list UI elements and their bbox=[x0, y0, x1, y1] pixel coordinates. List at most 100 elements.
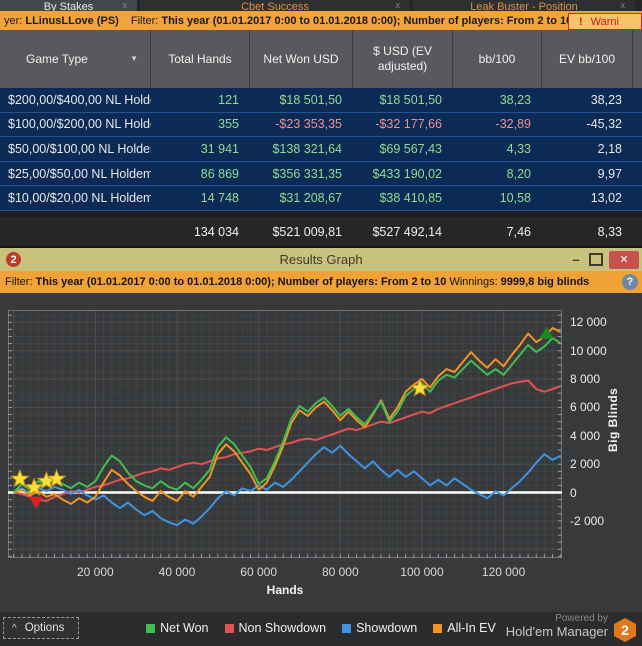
table-row[interactable]: $10,00/$20,00 NL Holdem 14 748 $31 208,67 $… bbox=[0, 186, 642, 211]
table-cell: -$32 177,66 bbox=[375, 117, 442, 132]
player-name: LLinusLLove (PS) bbox=[25, 14, 119, 27]
close-tab-icon[interactable]: x bbox=[123, 0, 128, 10]
x-tick-label: 120 000 bbox=[481, 565, 526, 579]
filter-label: Filter: bbox=[130, 14, 159, 27]
table-cell: $10,00/$20,00 NL Holdem bbox=[8, 191, 151, 206]
graph-filter-bar: Filter: This year (01.01.2017 0:00 to 01… bbox=[0, 271, 642, 293]
table-row[interactable]: $25,00/$50,00 NL Holdem 86 869 $356 331,35… bbox=[0, 162, 642, 187]
column-header-label: Net Won USD bbox=[263, 51, 339, 66]
close-tab-icon[interactable]: x bbox=[396, 0, 401, 10]
table-cell: $200,00/$400,00 NL Holdem bbox=[8, 92, 151, 107]
graph-filter-label: Filter: bbox=[5, 276, 33, 288]
tab-label: Cbet Success bbox=[241, 1, 309, 11]
brand-label: Hold'em Manager bbox=[505, 624, 608, 639]
y-tick-label: 10 000 bbox=[570, 343, 607, 358]
total-cell: 134 034 bbox=[193, 224, 239, 239]
table-row[interactable]: $50,00/$100,00 NL Holdem 31 941 $138 321,6… bbox=[0, 137, 642, 162]
results-table-body: $200,00/$400,00 NL Holdem 121 $18 501,50 $1… bbox=[0, 88, 642, 211]
results-plot bbox=[8, 310, 562, 558]
table-cell: 4,33 bbox=[506, 141, 531, 156]
table-cell: 355 bbox=[218, 117, 239, 132]
legend-label: Showdown bbox=[356, 621, 418, 635]
legend-swatch-icon bbox=[433, 623, 443, 633]
legend-item-non-showdown: Non Showdown bbox=[224, 621, 327, 635]
column-header-net-won-usd[interactable]: Net Won USD bbox=[250, 30, 353, 88]
legend-label: All-In EV bbox=[447, 621, 496, 635]
legend-item-all-in-ev: All-In EV bbox=[433, 621, 496, 635]
total-cell: 8,33 bbox=[597, 224, 622, 239]
table-cell: $31 208,67 bbox=[279, 191, 342, 206]
column-header--usd-ev-adjusted-[interactable]: $ USD (EV adjusted) bbox=[353, 30, 453, 88]
legend-swatch-icon bbox=[224, 623, 234, 633]
column-header-label: $ USD (EV adjusted) bbox=[373, 44, 432, 73]
table-cell: 31 941 bbox=[200, 141, 239, 156]
close-button[interactable]: ✕ bbox=[609, 250, 639, 269]
x-tick-label: 20 000 bbox=[77, 565, 114, 579]
table-cell: 38,23 bbox=[499, 92, 531, 107]
warning-icon: ! bbox=[579, 15, 583, 28]
winnings-value: 9999,8 big blinds bbox=[500, 276, 590, 288]
chevron-down-icon[interactable]: ▼ bbox=[130, 54, 138, 64]
maximize-button[interactable] bbox=[589, 253, 603, 266]
results-graph-area: -2 000 0 2 000 4 000 6 000 8 000 10 000 12 000 2… bbox=[0, 293, 642, 612]
results-table-header: Game Type ▼ Total Hands Net Won USD $ USD (E… bbox=[0, 30, 642, 88]
x-tick-label: 100 000 bbox=[400, 565, 444, 579]
tab-by-stakes[interactable]: By Stakes x bbox=[0, 0, 137, 11]
table-cell: $356 331,35 bbox=[272, 166, 342, 181]
legend-label: Net Won bbox=[160, 621, 209, 635]
report-tabs-bar: By Stakes x Cbet Success x Leak Buster - Pos… bbox=[0, 0, 642, 11]
table-cell: $25,00/$50,00 NL Holdem bbox=[8, 166, 151, 181]
table-cell: 9,97 bbox=[597, 166, 622, 181]
winnings-label: Winnings: bbox=[449, 276, 498, 288]
column-header-label: Total Hands bbox=[168, 51, 232, 66]
y-tick-label: 12 000 bbox=[570, 315, 607, 330]
table-cell: $100,00/$200,00 NL Holdem bbox=[8, 117, 151, 132]
tab-label: By Stakes bbox=[43, 1, 94, 11]
column-header-ev-bb-100[interactable]: EV bb/100 bbox=[542, 30, 633, 88]
table-cell: 121 bbox=[218, 92, 239, 107]
total-cell: $521 009,81 bbox=[272, 224, 342, 239]
graph-footer-bar: ^ Options Net Won Non Showdown Showdown All… bbox=[0, 612, 642, 646]
legend-label: Non Showdown bbox=[238, 621, 327, 635]
window-title: Results Graph bbox=[279, 252, 363, 267]
filter-text: This year (01.01.2017 0:00 to 01.01.2018… bbox=[161, 14, 573, 27]
y-axis-title: Big Blinds bbox=[606, 387, 620, 453]
table-cell: 13,02 bbox=[590, 191, 622, 206]
help-icon[interactable]: ? bbox=[622, 274, 638, 290]
table-total-row: 134 034 $521 009,81 $527 492,14 7,46 8,33 bbox=[0, 217, 642, 246]
column-header-bb-100[interactable]: bb/100 bbox=[453, 30, 542, 88]
warning-label: Warni bbox=[590, 15, 619, 28]
powered-by-block: Powered by Hold'em Manager bbox=[506, 613, 608, 639]
warning-button[interactable]: ! Warni bbox=[568, 13, 642, 30]
y-tick-label: 0 bbox=[570, 485, 577, 500]
table-row[interactable]: $100,00/$200,00 NL Holdem 355 -$23 353,35 -… bbox=[0, 113, 642, 138]
results-graph-titlebar[interactable]: 2 Results Graph – ✕ bbox=[0, 248, 642, 271]
x-tick-label: 60 000 bbox=[240, 565, 277, 579]
close-tab-icon[interactable]: x bbox=[621, 0, 626, 10]
table-cell: 8,20 bbox=[506, 166, 531, 181]
table-cell: $38 410,85 bbox=[379, 191, 442, 206]
tab-cbet-success[interactable]: Cbet Success x bbox=[140, 0, 410, 11]
x-tick-label: 40 000 bbox=[158, 565, 196, 579]
table-cell: 38,23 bbox=[590, 92, 622, 107]
powered-by-label: Powered by bbox=[555, 613, 608, 624]
legend-swatch-icon bbox=[342, 623, 352, 633]
legend-item-net-won: Net Won bbox=[146, 621, 209, 635]
total-cell bbox=[0, 217, 151, 246]
column-header-label: EV bb/100 bbox=[558, 51, 616, 66]
x-axis-title: Hands bbox=[266, 583, 304, 597]
tab-leak-buster-position[interactable]: Leak Buster - Position x bbox=[413, 0, 635, 11]
graph-filter-text: This year (01.01.2017 0:00 to 01.01.2018… bbox=[35, 276, 447, 288]
table-cell: $138 321,64 bbox=[272, 141, 342, 156]
table-row[interactable]: $200,00/$400,00 NL Holdem 121 $18 501,50 $1… bbox=[0, 88, 642, 113]
table-cell: $50,00/$100,00 NL Holdem bbox=[8, 141, 151, 156]
table-cell: 86 869 bbox=[200, 166, 239, 181]
column-header-total-hands[interactable]: Total Hands bbox=[151, 30, 250, 88]
table-cell: $18 501,50 bbox=[279, 92, 342, 107]
minimize-button[interactable]: – bbox=[569, 252, 583, 267]
y-tick-label: -2 000 bbox=[570, 513, 605, 528]
table-cell: $69 567,43 bbox=[379, 141, 442, 156]
column-header-game-type[interactable]: Game Type ▼ bbox=[0, 30, 151, 88]
player-prefix: yer: bbox=[4, 14, 23, 27]
table-cell: -45,32 bbox=[586, 117, 622, 132]
